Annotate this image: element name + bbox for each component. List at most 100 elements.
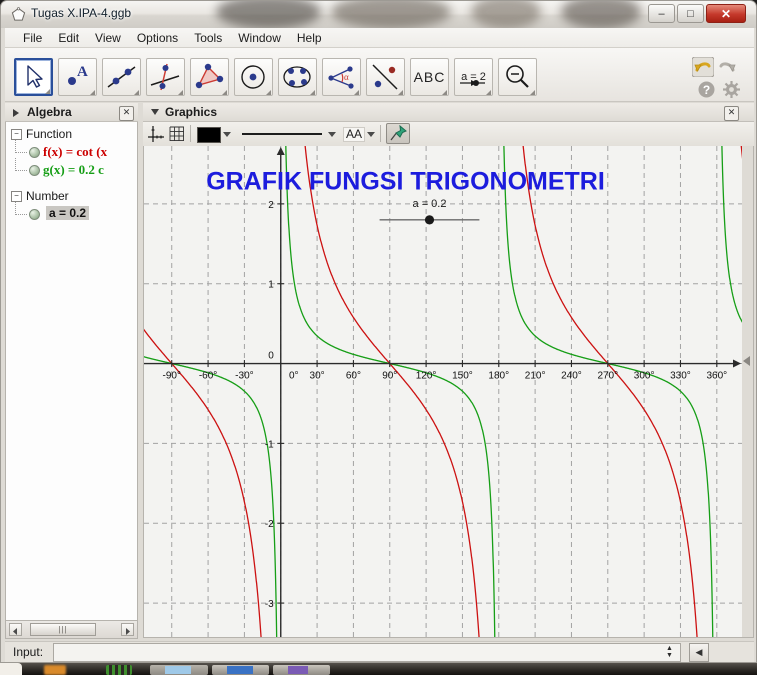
show-grid-icon[interactable] xyxy=(168,125,186,143)
algebra-close-button[interactable]: ✕ xyxy=(119,106,134,121)
slider-handle xyxy=(424,215,435,225)
text-tool-button[interactable]: ABC xyxy=(410,58,449,96)
collapse-toggle-icon[interactable]: − xyxy=(11,129,22,140)
visibility-toggle-icon[interactable] xyxy=(29,209,40,220)
visibility-toggle-icon[interactable] xyxy=(29,147,40,158)
tool-dropdown-arrow[interactable] xyxy=(178,90,183,95)
style-bar-separator xyxy=(190,125,191,142)
scroll-left-arrow[interactable] xyxy=(9,623,22,636)
x-tick-label: 0° xyxy=(289,371,299,382)
taskbar-icon-1[interactable] xyxy=(44,665,66,675)
desktop-blur-2 xyxy=(331,1,451,28)
scroll-right-arrow[interactable] xyxy=(121,623,134,636)
tool-dropdown-arrow[interactable] xyxy=(530,90,535,95)
scroll-thumb[interactable]: ||| xyxy=(30,623,96,636)
settings-button[interactable] xyxy=(723,81,740,98)
move-tool-button[interactable] xyxy=(14,58,53,96)
algebra-horizontal-scrollbar[interactable]: ||| xyxy=(5,621,138,639)
visibility-toggle-icon[interactable] xyxy=(29,165,40,176)
chevron-right-icon[interactable] xyxy=(13,109,19,117)
x-tick-label: -30° xyxy=(235,371,253,382)
minimize-button[interactable]: – xyxy=(648,4,675,23)
x-tick-label: 300° xyxy=(634,371,655,382)
line-style-dropdown-arrow[interactable] xyxy=(328,132,336,137)
conic-tool-button[interactable] xyxy=(278,58,317,96)
chevron-down-icon[interactable] xyxy=(151,109,159,115)
algebra-panel-header[interactable]: Algebra ✕ xyxy=(5,103,138,122)
style-bar-separator xyxy=(380,125,381,142)
menu-item-edit[interactable]: Edit xyxy=(50,30,87,46)
reflect-tool-button[interactable] xyxy=(366,58,405,96)
taskbar-button-1-icon xyxy=(165,666,191,674)
menu-item-file[interactable]: File xyxy=(15,30,50,46)
x-tick-label: 360° xyxy=(706,371,727,382)
graphics-close-button[interactable]: ✕ xyxy=(724,106,739,121)
graphics-panel: Graphics ✕ AA -90° -60° -30° 0° 30° 60° … xyxy=(139,103,754,662)
tool-dropdown-arrow[interactable] xyxy=(486,90,491,95)
menu-item-view[interactable]: View xyxy=(87,30,129,46)
redo-button[interactable] xyxy=(716,57,738,77)
angle-tool-button[interactable]: α xyxy=(322,58,361,96)
tool-dropdown-arrow[interactable] xyxy=(310,90,315,95)
tool-dropdown-arrow[interactable] xyxy=(398,90,403,95)
menu-item-options[interactable]: Options xyxy=(129,30,186,46)
tool-dropdown-arrow[interactable] xyxy=(354,90,359,95)
menu-bar: File Edit View Options Tools Window Help xyxy=(5,28,754,48)
polygon-tool-button[interactable] xyxy=(190,58,229,96)
point-tool-button[interactable]: A xyxy=(58,58,97,96)
tool-dropdown-arrow[interactable] xyxy=(45,89,50,94)
tool-dropdown-arrow[interactable] xyxy=(134,90,139,95)
color-dropdown-arrow[interactable] xyxy=(223,132,231,137)
menu-item-tools[interactable]: Tools xyxy=(186,30,230,46)
algebra-item-text: f(x) = cot (x xyxy=(43,144,108,159)
expand-view-arrow-icon[interactable] xyxy=(743,356,750,366)
undo-button[interactable] xyxy=(692,57,714,77)
input-help-button[interactable]: ◀ xyxy=(689,643,709,662)
algebra-panel-title: Algebra xyxy=(27,105,72,119)
tool-dropdown-arrow[interactable] xyxy=(442,90,447,95)
desktop-blur-3 xyxy=(471,1,541,28)
show-axes-icon[interactable] xyxy=(147,125,165,143)
svg-text:?: ? xyxy=(703,83,710,97)
trigonometry-graph[interactable]: -90° -60° -30° 0° 30° 60° 90° 120° 150° 180° 210° 2… xyxy=(139,118,747,662)
graphics-right-edge xyxy=(742,146,754,638)
algebra-item-text: a = 0.2 xyxy=(46,206,90,220)
tool-dropdown-arrow[interactable] xyxy=(90,90,95,95)
pin-button[interactable] xyxy=(386,123,410,144)
tool-dropdown-arrow[interactable] xyxy=(266,90,271,95)
spinner-down-arrow[interactable]: ▼ xyxy=(665,652,674,659)
input-history-spinner[interactable]: ▲ ▼ xyxy=(665,645,674,660)
font-size-dropdown-arrow[interactable] xyxy=(367,132,375,137)
algebra-item-g[interactable]: g(x) = 0.2 c xyxy=(6,158,137,179)
circle-tool-button[interactable] xyxy=(234,58,273,96)
zoom-out-tool-button[interactable] xyxy=(498,58,537,96)
geogebra-window: Tugas X.IPA-4.ggb – □ ✕ File Edit View O… xyxy=(0,0,757,663)
x-tick-label: 270° xyxy=(597,371,618,382)
color-swatch[interactable] xyxy=(197,127,221,143)
close-button[interactable]: ✕ xyxy=(706,4,746,23)
input-field[interactable] xyxy=(53,643,681,662)
graphics-panel-header[interactable]: Graphics ✕ xyxy=(143,103,754,122)
collapse-toggle-icon[interactable]: − xyxy=(11,191,22,202)
graphics-canvas[interactable]: -90° -60° -30° 0° 30° 60° 90° 120° 150° 180° 210° 2… xyxy=(139,118,747,662)
spinner-up-arrow[interactable]: ▲ xyxy=(665,645,674,652)
menu-item-help[interactable]: Help xyxy=(289,30,330,46)
line-style-preview[interactable] xyxy=(242,133,322,135)
tool-dropdown-arrow[interactable] xyxy=(222,90,227,95)
y-tick-label: -3 xyxy=(265,599,274,610)
algebra-item-a[interactable]: a = 0.2 xyxy=(6,202,137,223)
perpendicular-line-tool-button[interactable] xyxy=(146,58,185,96)
slider-tool-button[interactable]: a = 2 xyxy=(454,58,493,96)
help-button[interactable]: ? xyxy=(698,81,715,98)
taskbar-icon-2[interactable] xyxy=(106,665,132,675)
menu-item-window[interactable]: Window xyxy=(230,30,289,46)
line-tool-button[interactable] xyxy=(102,58,141,96)
start-orb[interactable] xyxy=(0,663,22,675)
chart-title: GRAFIK FUNGSI TRIGONOMETRI xyxy=(206,168,605,196)
algebra-tree[interactable]: − Function f(x) = cot (x g(x) = 0.2 c − … xyxy=(5,122,138,621)
x-tick-label: -90° xyxy=(163,371,181,382)
algebra-item-text: g(x) = 0.2 c xyxy=(43,162,104,177)
maximize-button[interactable]: □ xyxy=(677,4,704,23)
font-size-button[interactable]: AA xyxy=(343,127,366,142)
window-title: Tugas X.IPA-4.ggb xyxy=(31,6,132,20)
